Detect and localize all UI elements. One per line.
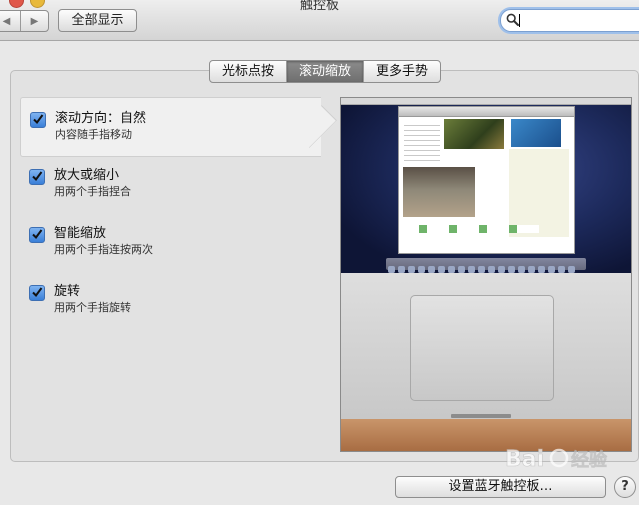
option-rotate[interactable]: 旋转 用两个手指旋转	[20, 271, 320, 329]
show-all-button[interactable]: 全部显示	[58, 9, 137, 32]
text-caret	[519, 14, 520, 27]
option-zoom-in-out[interactable]: 放大或缩小 用两个手指捏合	[20, 155, 320, 213]
option-title: 旋转	[54, 284, 81, 299]
back-button[interactable]: ◀	[0, 11, 20, 31]
zoom-in-out-checkbox[interactable]	[29, 169, 45, 185]
svg-text:Bai: Bai	[505, 447, 544, 472]
option-smart-zoom[interactable]: 智能缩放 用两个手指连按两次	[20, 213, 320, 271]
smart-zoom-checkbox[interactable]	[29, 227, 45, 243]
preview-browser-window	[398, 106, 575, 254]
forward-arrow-icon: ▶	[30, 15, 39, 27]
checkmark-icon	[33, 114, 44, 125]
baidu-watermark-logo: Bai 经验	[505, 447, 608, 473]
preview-menubar	[341, 98, 631, 105]
preview-photo	[403, 167, 475, 217]
option-subtitle: 用两个手指旋转	[54, 301, 131, 314]
checkmark-icon	[32, 171, 43, 182]
magnifier-icon	[506, 13, 519, 26]
svg-text:经验: 经验	[571, 449, 608, 471]
gesture-preview	[340, 97, 632, 452]
checkmark-icon	[32, 229, 43, 240]
preview-banner	[511, 119, 561, 147]
tab-point-click[interactable]: 光标点按	[210, 61, 286, 82]
window-toolbar: 触控板 ◀ ▶ 全部显示	[0, 0, 639, 41]
search-input[interactable]	[500, 9, 639, 32]
trackpad-illustration	[410, 295, 554, 401]
option-subtitle: 内容随手指移动	[55, 128, 132, 141]
preview-dock	[386, 258, 586, 273]
tab-bar: 光标点按 滚动缩放 更多手势	[209, 60, 442, 83]
option-title: 滚动方向：自然	[55, 111, 147, 126]
forward-button[interactable]: ▶	[20, 11, 48, 31]
option-title: 智能缩放	[54, 226, 107, 241]
option-scroll-direction[interactable]: 滚动方向：自然 内容随手指移动	[20, 97, 321, 157]
preview-screen	[341, 98, 631, 273]
back-arrow-icon: ◀	[2, 15, 11, 27]
tab-more-gestures[interactable]: 更多手势	[363, 61, 440, 82]
option-subtitle: 用两个手指连按两次	[54, 243, 153, 256]
preview-desk	[341, 273, 631, 451]
nav-segment: ◀ ▶	[0, 10, 49, 32]
preview-photo	[444, 119, 504, 149]
setup-bluetooth-trackpad-button[interactable]: 设置蓝牙触控板…	[395, 476, 606, 498]
option-title: 放大或缩小	[54, 168, 120, 183]
checkmark-icon	[32, 287, 43, 298]
rotate-checkbox[interactable]	[29, 285, 45, 301]
tab-scroll-zoom[interactable]: 滚动缩放	[286, 61, 364, 82]
scroll-direction-checkbox[interactable]	[30, 112, 46, 128]
option-subtitle: 用两个手指捏合	[54, 185, 131, 198]
help-button[interactable]: ?	[614, 476, 636, 498]
